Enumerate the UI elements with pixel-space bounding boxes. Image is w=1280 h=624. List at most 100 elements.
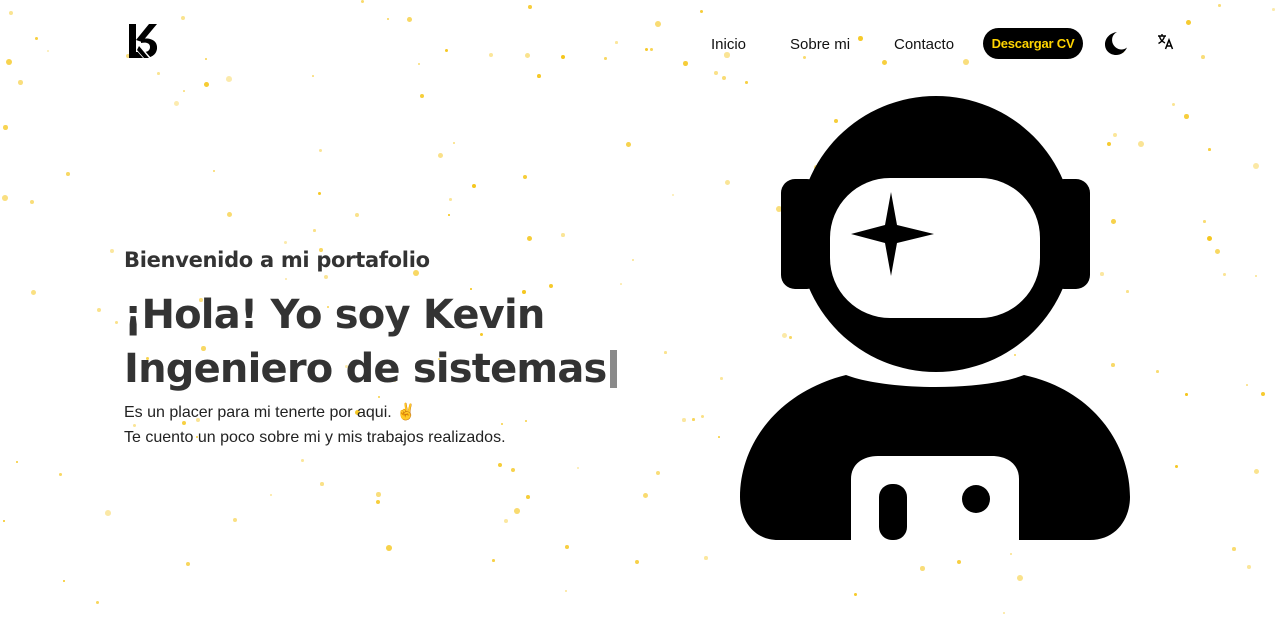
background-star: [504, 519, 509, 524]
background-star: [528, 5, 532, 9]
background-star: [704, 556, 708, 560]
background-star: [920, 566, 925, 571]
background-star: [1172, 103, 1176, 107]
background-star: [1215, 249, 1221, 255]
background-star: [725, 180, 731, 186]
background-star: [301, 459, 304, 462]
background-star: [386, 545, 392, 551]
background-star: [1247, 565, 1251, 569]
hero-description: Es un placer para mi tenerte por aqui. ✌…: [124, 400, 684, 450]
download-cv-button[interactable]: Descargar CV: [983, 28, 1083, 59]
background-star: [183, 90, 185, 92]
nav-link-contacto[interactable]: Contacto: [894, 36, 954, 53]
background-star: [1272, 8, 1275, 11]
background-star: [157, 72, 160, 75]
background-star: [1208, 148, 1211, 151]
background-star: [701, 415, 705, 419]
background-star: [448, 214, 450, 216]
background-star: [453, 142, 455, 144]
background-star: [319, 149, 323, 153]
background-star: [30, 200, 34, 204]
background-star: [418, 63, 420, 65]
background-star: [16, 461, 19, 464]
background-star: [526, 495, 530, 499]
background-star: [1218, 4, 1221, 7]
background-star: [376, 492, 381, 497]
background-star: [498, 463, 503, 468]
background-star: [105, 510, 111, 516]
background-star: [1010, 553, 1013, 556]
background-star: [320, 482, 324, 486]
background-star: [407, 17, 412, 22]
background-star: [1254, 469, 1260, 475]
hero-title: ¡Hola! Yo soy Kevin Ingeniero de sistema…: [124, 288, 684, 396]
background-star: [31, 290, 37, 296]
background-star: [1203, 220, 1206, 223]
background-star: [514, 508, 520, 514]
background-star: [376, 500, 381, 505]
background-star: [656, 471, 660, 475]
background-star: [537, 74, 541, 78]
background-star: [700, 10, 704, 14]
background-star: [1246, 384, 1248, 386]
moon-icon[interactable]: [1102, 30, 1128, 56]
background-star: [233, 518, 238, 523]
background-star: [174, 101, 180, 107]
background-star: [720, 377, 723, 380]
background-star: [561, 233, 565, 237]
nav-link-inicio[interactable]: Inicio: [711, 36, 746, 53]
background-star: [1223, 273, 1226, 276]
background-star: [449, 198, 452, 201]
hero-section: Bienvenido a mi portafolio ¡Hola! Yo soy…: [124, 244, 684, 450]
background-star: [355, 213, 359, 217]
background-star: [472, 184, 477, 189]
background-star: [635, 560, 640, 565]
background-star: [655, 21, 661, 27]
background-star: [226, 76, 232, 82]
hero-title-role-text: Ingeniero de sistemas: [124, 346, 607, 392]
background-star: [1138, 141, 1144, 147]
background-star: [1175, 465, 1179, 469]
hero-title-greeting: ¡Hola! Yo soy Kevin: [124, 292, 545, 338]
background-star: [1017, 575, 1023, 581]
background-star: [577, 467, 579, 469]
background-star: [626, 142, 631, 147]
background-star: [1156, 370, 1159, 373]
background-star: [1253, 163, 1259, 169]
background-star: [1003, 612, 1005, 614]
background-star: [63, 580, 66, 583]
background-star: [683, 61, 688, 66]
background-star: [745, 81, 748, 84]
background-star: [2, 195, 8, 201]
background-star: [1261, 392, 1265, 396]
background-star: [438, 153, 444, 159]
background-star: [312, 75, 314, 77]
main-nav: Inicio Sobre mi Contacto Descargar CV: [0, 28, 1280, 60]
background-star: [18, 80, 23, 85]
background-star: [854, 593, 858, 597]
background-star: [718, 436, 720, 438]
description-line-2: Te cuento un poco sobre mi y mis trabajo…: [124, 429, 506, 446]
background-star: [1184, 114, 1189, 119]
background-star: [1255, 275, 1258, 278]
background-star: [110, 249, 115, 254]
background-star: [9, 11, 14, 16]
background-star: [3, 520, 6, 523]
background-star: [97, 308, 102, 313]
background-star: [3, 125, 8, 130]
background-star: [643, 493, 649, 499]
background-star: [492, 559, 495, 562]
background-star: [227, 212, 233, 218]
background-star: [692, 418, 695, 421]
translate-icon[interactable]: [1157, 33, 1174, 50]
background-star: [1232, 547, 1236, 551]
nav-link-sobre-mi[interactable]: Sobre mi: [790, 36, 850, 53]
background-star: [186, 562, 191, 567]
background-star: [1207, 236, 1213, 242]
background-star: [714, 71, 718, 75]
background-star: [1185, 393, 1188, 396]
background-star: [361, 0, 365, 4]
background-star: [957, 560, 962, 565]
background-star: [722, 76, 726, 80]
background-star: [59, 473, 62, 476]
